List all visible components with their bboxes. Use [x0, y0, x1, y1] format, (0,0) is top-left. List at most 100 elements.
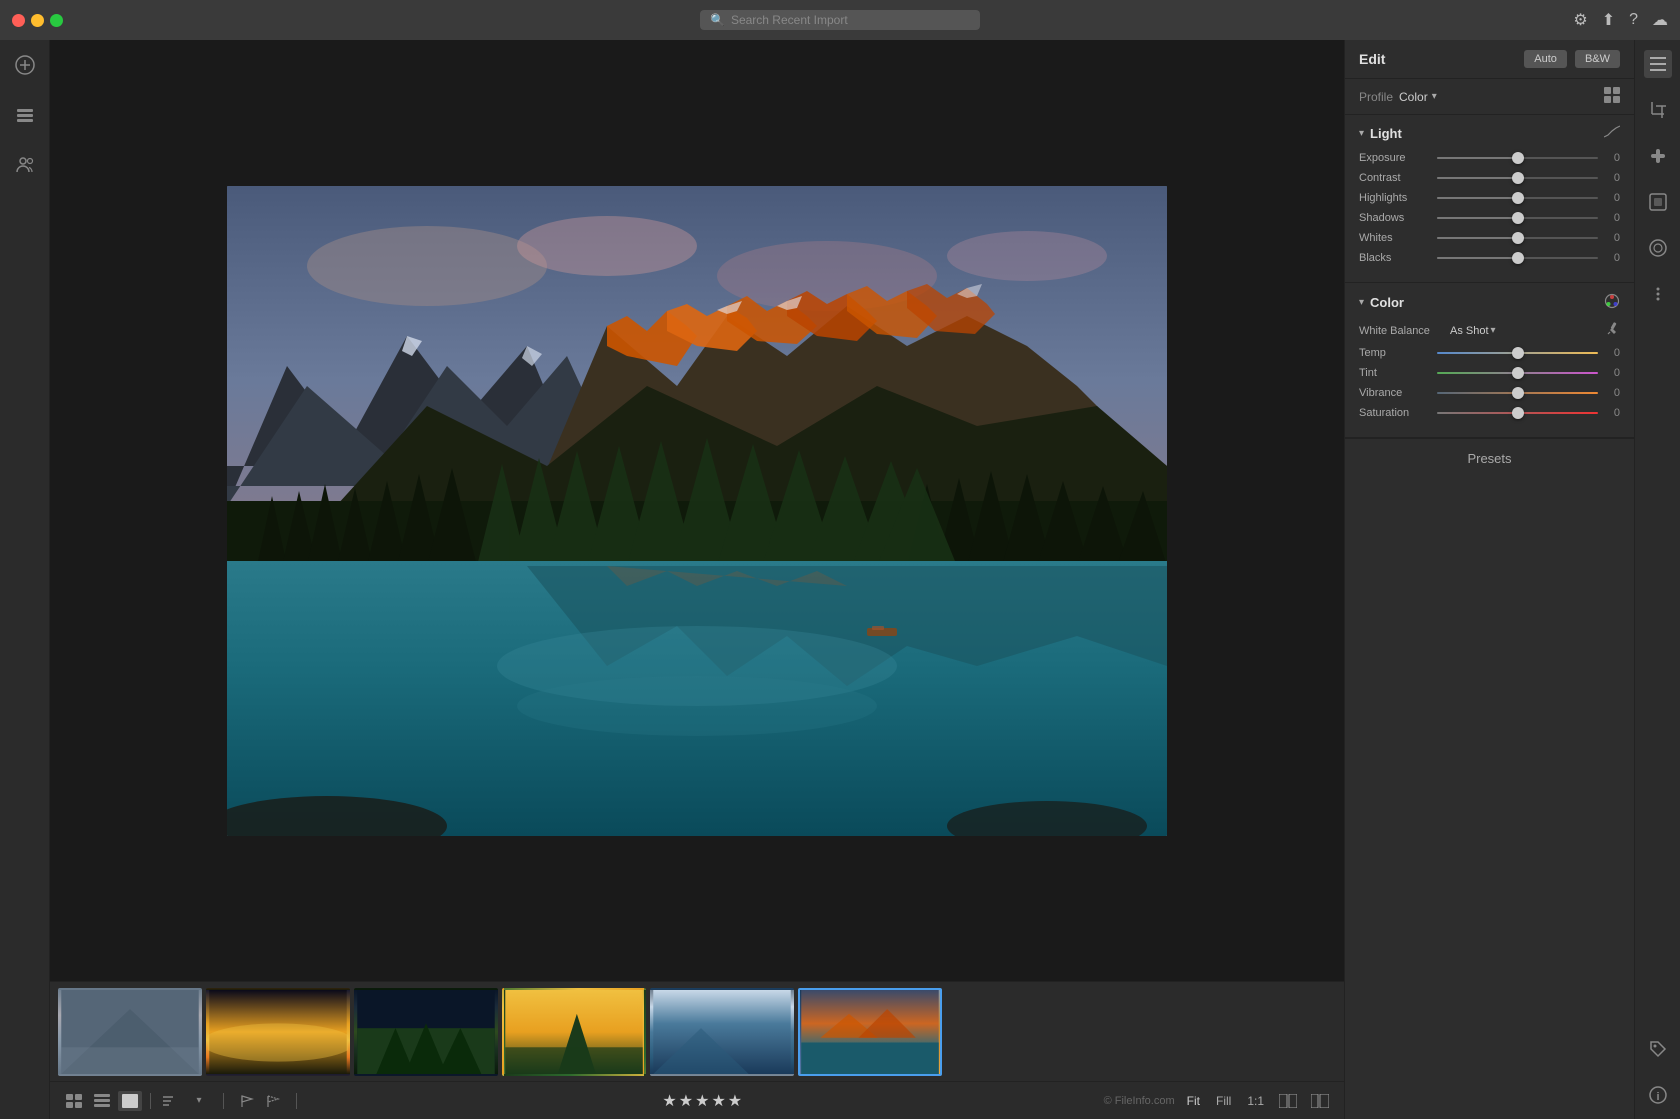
star-4[interactable]: ★ — [711, 1091, 725, 1111]
close-button[interactable] — [12, 14, 25, 27]
compare-icon[interactable] — [1276, 1091, 1300, 1111]
minimize-button[interactable] — [31, 14, 44, 27]
exposure-value: 0 — [1604, 152, 1620, 164]
filmstrip-thumb-4[interactable] — [502, 988, 646, 1076]
flag-icon[interactable] — [236, 1091, 258, 1111]
contrast-slider[interactable] — [1437, 177, 1598, 179]
far-right-sidebar: i — [1634, 40, 1680, 1119]
auto-button[interactable]: Auto — [1524, 50, 1567, 68]
flag-buttons — [236, 1091, 284, 1111]
more-icon[interactable] — [1644, 280, 1672, 308]
info-icon[interactable]: i — [1644, 1081, 1672, 1109]
maximize-button[interactable] — [50, 14, 63, 27]
light-curve-icon[interactable] — [1604, 125, 1620, 142]
star-2[interactable]: ★ — [679, 1091, 693, 1111]
profile-grid-icon[interactable] — [1604, 87, 1620, 106]
contrast-row: Contrast 0 — [1359, 172, 1620, 184]
star-1[interactable]: ★ — [662, 1091, 676, 1111]
filmstrip-thumb-5[interactable] — [650, 988, 794, 1076]
profile-row: Profile Color ▾ — [1345, 79, 1634, 115]
grid-view-icon[interactable] — [62, 1091, 86, 1111]
search-icon: 🔍 — [710, 13, 725, 27]
list-view-icon[interactable] — [90, 1091, 114, 1111]
profile-value: Color — [1399, 90, 1428, 104]
white-balance-row: White Balance As Shot ▾ — [1359, 322, 1620, 339]
help-icon[interactable]: ? — [1629, 11, 1638, 29]
blacks-slider[interactable] — [1437, 257, 1598, 259]
separator-3 — [296, 1093, 297, 1109]
eyedropper-icon[interactable] — [1606, 322, 1620, 339]
presets-label[interactable]: Presets — [1467, 451, 1511, 466]
exposure-slider[interactable] — [1437, 157, 1598, 159]
zoom-1to1[interactable]: 1:1 — [1243, 1092, 1268, 1110]
temp-label: Temp — [1359, 347, 1431, 359]
light-collapse-icon[interactable]: ▾ — [1359, 128, 1364, 139]
temp-slider[interactable] — [1437, 352, 1598, 354]
highlights-slider[interactable] — [1437, 197, 1598, 199]
saturation-value: 0 — [1604, 407, 1620, 419]
profile-chevron-icon: ▾ — [1432, 91, 1437, 102]
edit-tools-icon[interactable] — [1644, 50, 1672, 78]
filter-icon[interactable]: ⚙ — [1573, 10, 1587, 30]
profile-label: Profile — [1359, 90, 1393, 104]
search-bar[interactable]: 🔍 Search Recent Import — [700, 10, 980, 30]
zoom-fill[interactable]: Fill — [1212, 1092, 1235, 1110]
edit-header: Edit Auto B&W — [1345, 40, 1634, 79]
exposure-label: Exposure — [1359, 152, 1431, 164]
crop-icon[interactable] — [1644, 96, 1672, 124]
add-button[interactable] — [10, 50, 40, 80]
shadows-slider[interactable] — [1437, 217, 1598, 219]
optics-icon[interactable] — [1644, 234, 1672, 262]
search-placeholder: Search Recent Import — [731, 13, 848, 27]
saturation-slider[interactable] — [1437, 412, 1598, 414]
loupe-icon[interactable] — [1308, 1091, 1332, 1111]
filmstrip-thumb-3[interactable] — [354, 988, 498, 1076]
profile-dropdown[interactable]: Color ▾ — [1399, 90, 1437, 104]
color-section-header: ▾ Color — [1359, 293, 1620, 312]
sort-icon[interactable] — [159, 1091, 183, 1111]
blacks-row: Blacks 0 — [1359, 252, 1620, 264]
white-balance-label: White Balance — [1359, 325, 1444, 337]
separator-2 — [223, 1093, 224, 1109]
shadows-label: Shadows — [1359, 212, 1431, 224]
whites-row: Whites 0 — [1359, 232, 1620, 244]
tint-slider[interactable] — [1437, 372, 1598, 374]
tint-value: 0 — [1604, 367, 1620, 379]
library-icon[interactable] — [10, 100, 40, 130]
upload-icon[interactable]: ⬆ — [1602, 10, 1615, 30]
vibrance-label: Vibrance — [1359, 387, 1431, 399]
filmstrip-thumb-2[interactable] — [206, 988, 350, 1076]
bw-button[interactable]: B&W — [1575, 50, 1620, 68]
vibrance-slider[interactable] — [1437, 392, 1598, 394]
whites-label: Whites — [1359, 232, 1431, 244]
blacks-value: 0 — [1604, 252, 1620, 264]
mask-icon[interactable] — [1644, 188, 1672, 216]
star-5[interactable]: ★ — [728, 1091, 742, 1111]
people-icon[interactable] — [10, 150, 40, 180]
white-balance-dropdown[interactable]: As Shot ▾ — [1450, 325, 1496, 337]
temp-value: 0 — [1604, 347, 1620, 359]
filmstrip-thumb-1[interactable] — [58, 988, 202, 1076]
zoom-controls: Fit Fill 1:1 — [1183, 1091, 1332, 1111]
whites-slider[interactable] — [1437, 237, 1598, 239]
heal-icon[interactable] — [1644, 142, 1672, 170]
temp-row: Temp 0 — [1359, 347, 1620, 359]
left-sidebar — [0, 40, 50, 1119]
traffic-lights — [12, 14, 63, 27]
color-section-title: Color — [1370, 295, 1598, 310]
star-3[interactable]: ★ — [695, 1091, 709, 1111]
color-collapse-icon[interactable]: ▾ — [1359, 297, 1364, 308]
highlights-value: 0 — [1604, 192, 1620, 204]
zoom-fit[interactable]: Fit — [1183, 1092, 1204, 1110]
tag-icon[interactable] — [1644, 1035, 1672, 1063]
vibrance-value: 0 — [1604, 387, 1620, 399]
main-photo — [227, 186, 1167, 836]
color-wheel-icon[interactable] — [1604, 293, 1620, 312]
vibrance-row: Vibrance 0 — [1359, 387, 1620, 399]
highlights-label: Highlights — [1359, 192, 1431, 204]
sort-dropdown-icon[interactable]: ▾ — [187, 1091, 211, 1111]
cloud-icon[interactable]: ☁ — [1652, 10, 1668, 30]
single-view-icon[interactable] — [118, 1091, 142, 1111]
reject-icon[interactable] — [262, 1091, 284, 1111]
filmstrip-thumb-6[interactable] — [798, 988, 942, 1076]
